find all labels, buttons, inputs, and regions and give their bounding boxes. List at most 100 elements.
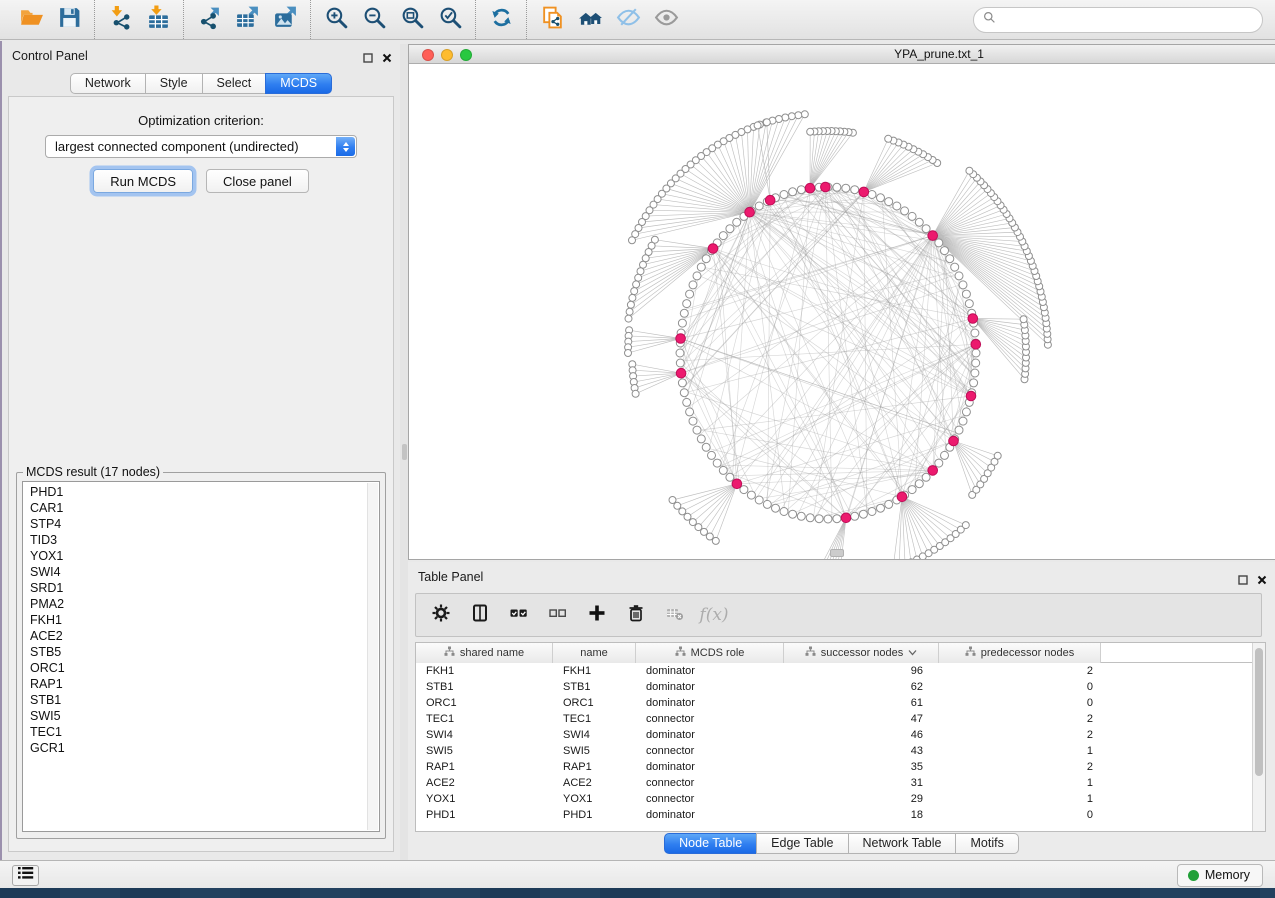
column-header-predecessor-nodes[interactable]: predecessor nodes	[939, 643, 1101, 663]
column-type-icon	[965, 646, 976, 660]
export-image-button[interactable]	[266, 4, 304, 36]
close-panel-icon[interactable]	[382, 50, 392, 68]
memory-button[interactable]: Memory	[1177, 864, 1263, 887]
mcds-result-item[interactable]: ACE2	[23, 628, 366, 644]
show-all-button[interactable]	[647, 4, 685, 36]
mcds-result-item[interactable]: TEC1	[23, 724, 366, 740]
toolbar-group-refresh	[475, 0, 526, 39]
table-tab-network-table[interactable]: Network Table	[848, 833, 957, 854]
column-header-successor-nodes[interactable]: successor nodes	[784, 643, 939, 663]
zoom-fit-button[interactable]	[393, 4, 431, 36]
close-panel-icon[interactable]	[1257, 572, 1267, 590]
tab-style[interactable]: Style	[145, 73, 203, 94]
run-mcds-button[interactable]: Run MCDS	[93, 169, 193, 193]
column-label: predecessor nodes	[981, 647, 1075, 659]
control-panel-header: Control Panel	[2, 44, 400, 68]
mcds-result-item[interactable]: RAP1	[23, 676, 366, 692]
delete-row-button[interactable]	[625, 603, 647, 627]
network-graph[interactable]	[409, 64, 1275, 559]
hide-selected-button[interactable]	[609, 4, 647, 36]
table-row[interactable]: RAP1RAP1dominator352	[416, 759, 1252, 775]
cell-name: SWI4	[553, 727, 636, 743]
table-scrollbar[interactable]	[1252, 643, 1265, 831]
mcds-result-item[interactable]: ORC1	[23, 660, 366, 676]
open-button[interactable]	[12, 4, 50, 36]
network-canvas[interactable]	[409, 64, 1275, 559]
add-row-button[interactable]	[586, 603, 608, 627]
table-header-row: shared namenameMCDS rolesuccessor nodes p…	[416, 643, 1252, 663]
mcds-result-item[interactable]: YOX1	[23, 548, 366, 564]
tab-network[interactable]: Network	[70, 73, 146, 94]
import-network-button[interactable]	[101, 4, 139, 36]
splitter-handle[interactable]	[402, 444, 407, 460]
table-body: FKH1FKH1dominator962STB1STB1dominator620…	[416, 663, 1252, 831]
zoom-selected-button[interactable]	[431, 4, 469, 36]
import-table-button[interactable]	[139, 4, 177, 36]
save-button[interactable]	[50, 4, 88, 36]
mcds-result-item[interactable]: SWI4	[23, 564, 366, 580]
horizontal-splitter-handle[interactable]	[830, 549, 844, 557]
scrollbar-thumb[interactable]	[1255, 648, 1263, 776]
export-table-button[interactable]	[228, 4, 266, 36]
select-all-button[interactable]	[508, 603, 530, 627]
table-panel: Table Panel f(x) shared namenameMCDS rol…	[408, 562, 1275, 860]
float-panel-icon[interactable]	[1238, 572, 1248, 590]
list-scrollbar[interactable]	[367, 483, 378, 830]
table-row[interactable]: SWI4SWI4dominator462	[416, 727, 1252, 743]
mcds-result-item[interactable]: FKH1	[23, 612, 366, 628]
table-tab-edge-table[interactable]: Edge Table	[756, 833, 848, 854]
mcds-result-item[interactable]: TID3	[23, 532, 366, 548]
window-minimize-button[interactable]	[441, 49, 453, 61]
mcds-result-item[interactable]: STB1	[23, 692, 366, 708]
column-header-name[interactable]: name	[553, 643, 636, 663]
criterion-select[interactable]: largest connected component (undirected)	[45, 135, 357, 158]
table-tab-node-table[interactable]: Node Table	[664, 833, 757, 854]
eye-icon	[654, 5, 679, 35]
table-settings-button[interactable]	[430, 603, 452, 627]
vertical-splitter[interactable]	[400, 44, 408, 860]
float-panel-icon[interactable]	[363, 50, 373, 68]
deselect-all-button[interactable]	[547, 603, 569, 627]
table-row[interactable]: ACE2ACE2connector311	[416, 775, 1252, 791]
duplicate-network-icon	[540, 5, 565, 35]
mcds-result-list[interactable]: PHD1CAR1STP4TID3YOX1SWI4SRD1PMA2FKH1ACE2…	[22, 481, 380, 832]
zoom-out-button[interactable]	[355, 4, 393, 36]
search-box	[973, 7, 1263, 33]
export-network-button[interactable]	[190, 4, 228, 36]
criterion-selected-value: largest connected component (undirected)	[55, 139, 356, 154]
table-row[interactable]: STB1STB1dominator620	[416, 679, 1252, 695]
mcds-result-item[interactable]: SWI5	[23, 708, 366, 724]
mcds-result-item[interactable]: SRD1	[23, 580, 366, 596]
duplicate-network-button[interactable]	[533, 4, 571, 36]
table-row[interactable]: SWI5SWI5connector431	[416, 743, 1252, 759]
table-row[interactable]: YOX1YOX1connector291	[416, 791, 1252, 807]
table-row[interactable]: ORC1ORC1dominator610	[416, 695, 1252, 711]
window-zoom-button[interactable]	[460, 49, 472, 61]
mcds-result-item[interactable]: PHD1	[23, 484, 366, 500]
mcds-result-item[interactable]: STB5	[23, 644, 366, 660]
cell-MCDS-role: dominator	[636, 807, 784, 823]
column-header-MCDS-role[interactable]: MCDS role	[636, 643, 784, 663]
table-row[interactable]: FKH1FKH1dominator962	[416, 663, 1252, 679]
mcds-result-item[interactable]: PMA2	[23, 596, 366, 612]
tab-mcds[interactable]: MCDS	[265, 73, 332, 94]
first-neighbors-button[interactable]	[571, 4, 609, 36]
cell-successor-nodes: 29	[784, 791, 939, 807]
show-columns-button[interactable]	[469, 603, 491, 627]
tab-select[interactable]: Select	[202, 73, 267, 94]
close-panel-button[interactable]: Close panel	[206, 169, 309, 193]
mcds-result-item[interactable]: CAR1	[23, 500, 366, 516]
table-tab-motifs[interactable]: Motifs	[955, 833, 1018, 854]
task-history-button[interactable]	[12, 865, 39, 886]
toolbar-group-import	[94, 0, 183, 39]
window-close-button[interactable]	[422, 49, 434, 61]
refresh-button[interactable]	[482, 4, 520, 36]
table-row[interactable]: TEC1TEC1connector472	[416, 711, 1252, 727]
mcds-result-item[interactable]: GCR1	[23, 740, 366, 756]
table-row[interactable]: PHD1PHD1dominator180	[416, 807, 1252, 823]
mcds-result-item[interactable]: STP4	[23, 516, 366, 532]
column-header-shared-name[interactable]: shared name	[416, 643, 553, 663]
search-input[interactable]	[1001, 13, 1253, 27]
zoom-in-button[interactable]	[317, 4, 355, 36]
cell-predecessor-nodes: 2	[939, 711, 1101, 727]
